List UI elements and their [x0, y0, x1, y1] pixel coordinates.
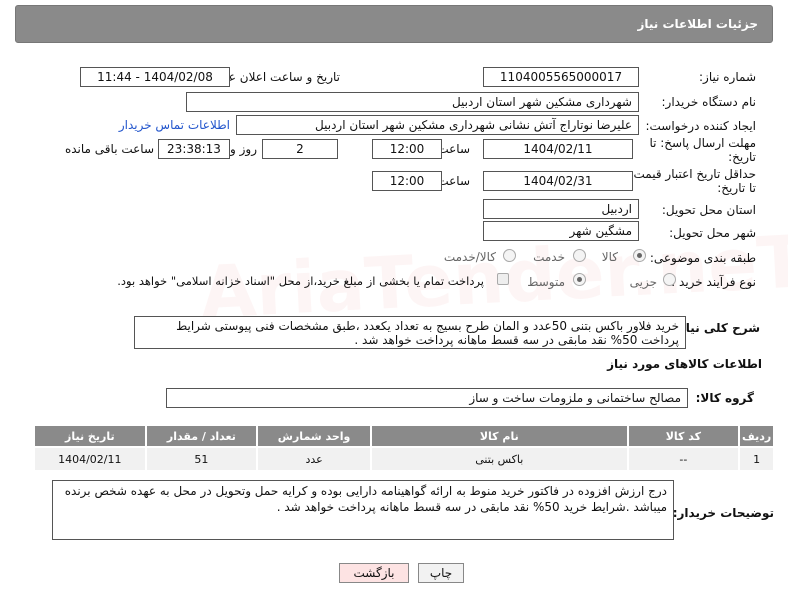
requester-label: ایجاد کننده درخواست:: [645, 119, 756, 133]
price-validity-label-line1: حداقل تاریخ اعتبار قیمت:: [629, 167, 756, 181]
delivery-city-value: مشگین شهر: [483, 221, 639, 241]
category-option-goods: کالا: [601, 250, 618, 264]
col-qty: تعداد / مقدار: [144, 424, 259, 448]
delivery-province-value: اردبیل: [483, 199, 639, 219]
category-radio-goods[interactable]: [633, 249, 646, 262]
deadline-days-label: روز و: [230, 142, 257, 156]
category-radio-service[interactable]: [573, 249, 586, 262]
announce-datetime-value: 1404/02/08 - 11:44: [80, 67, 230, 87]
deadline-date-value: 1404/02/11: [483, 139, 633, 159]
cell-qty: 51: [144, 446, 259, 472]
col-unit: واحد شمارش: [256, 424, 372, 448]
process-option-minor: جزیی: [629, 275, 657, 289]
deadline-time-label: ساعت: [437, 142, 470, 156]
requester-value: علیرضا نوتاراج آتش نشانی شهرداری مشکین ش…: [236, 115, 639, 135]
deadline-remaining-value: 23:38:13: [158, 139, 230, 159]
price-validity-time-value: 12:00: [372, 171, 442, 191]
print-button[interactable]: چاپ: [418, 563, 464, 583]
deadline-remaining-label: ساعت باقی مانده: [64, 142, 154, 156]
buyer-notes-label: توضیحات خریدار:: [672, 506, 774, 520]
category-label: طبقه بندی موضوعی:: [649, 251, 756, 265]
buyer-org-value: شهرداری مشکین شهر استان اردبیل: [186, 92, 639, 112]
table-row: 1 -- باکس بتنی عدد 51 1404/02/11: [33, 446, 775, 472]
price-validity-date-value: 1404/02/31: [483, 171, 633, 191]
goods-group-label: گروه کالا:: [695, 391, 754, 405]
category-radio-goods-service[interactable]: [503, 249, 516, 262]
description-label: شرح کلی نیاز:: [674, 321, 760, 335]
price-validity-label-line2: تا تاریخ:: [717, 181, 756, 195]
need-number-value: 1104005565000017: [483, 67, 639, 87]
category-option-service: خدمت: [533, 250, 565, 264]
description-text: خرید فلاور باکس بتنی 50عدد و المان طرح ب…: [134, 316, 686, 349]
col-date: تاریخ نیاز: [33, 424, 147, 448]
cell-code: --: [626, 446, 741, 472]
deadline-label-line2: تاریخ:: [728, 150, 756, 164]
delivery-province-label: استان محل تحویل:: [661, 203, 756, 217]
delivery-city-label: شهر محل تحویل:: [669, 226, 756, 240]
cell-name: باکس بتنی: [369, 446, 629, 472]
deadline-days-value: 2: [262, 139, 338, 159]
treasury-payment-checkbox[interactable]: [497, 273, 509, 285]
goods-table-header: ردیف کد کالا نام کالا واحد شمارش تعداد /…: [33, 424, 775, 448]
buyer-org-label: نام دستگاه خریدار:: [661, 95, 757, 109]
process-radio-minor[interactable]: [663, 273, 676, 286]
buyer-notes-text: درج ارزش افزوده در فاکتور خرید منوط به ا…: [52, 480, 674, 540]
page-title: جزئیات اطلاعات نیاز: [637, 17, 758, 31]
deadline-label-line1: مهلت ارسال پاسخ: تا: [649, 136, 756, 150]
category-option-goods-service: کالا/خدمت: [443, 250, 496, 264]
process-label: نوع فرآیند خرید :: [671, 275, 756, 289]
need-number-label: شماره نیاز:: [699, 70, 756, 84]
process-option-medium: متوسط: [527, 275, 565, 289]
treasury-payment-note: پرداخت تمام یا بخشی از مبلغ خرید،از محل …: [117, 274, 484, 288]
page-header: جزئیات اطلاعات نیاز: [15, 5, 773, 43]
buyer-contact-link[interactable]: اطلاعات تماس خریدار: [119, 118, 230, 132]
back-button[interactable]: بازگشت: [339, 563, 409, 583]
cell-date: 1404/02/11: [33, 446, 147, 472]
goods-table: ردیف کد کالا نام کالا واحد شمارش تعداد /…: [33, 424, 775, 472]
price-validity-time-label: ساعت: [437, 174, 470, 188]
col-row: ردیف: [738, 424, 775, 448]
cell-row: 1: [738, 446, 775, 472]
goods-section-title: اطلاعات کالاهای مورد نیاز: [607, 357, 762, 371]
cell-unit: عدد: [256, 446, 372, 472]
deadline-time-value: 12:00: [372, 139, 442, 159]
need-details-page: AriaTender.neT جزئیات اطلاعات نیاز شماره…: [0, 0, 788, 598]
goods-group-value: مصالح ساختمانی و ملزومات ساخت و ساز: [166, 388, 688, 408]
col-name: نام کالا: [369, 424, 629, 448]
col-code: کد کالا: [626, 424, 741, 448]
process-radio-medium[interactable]: [573, 273, 586, 286]
